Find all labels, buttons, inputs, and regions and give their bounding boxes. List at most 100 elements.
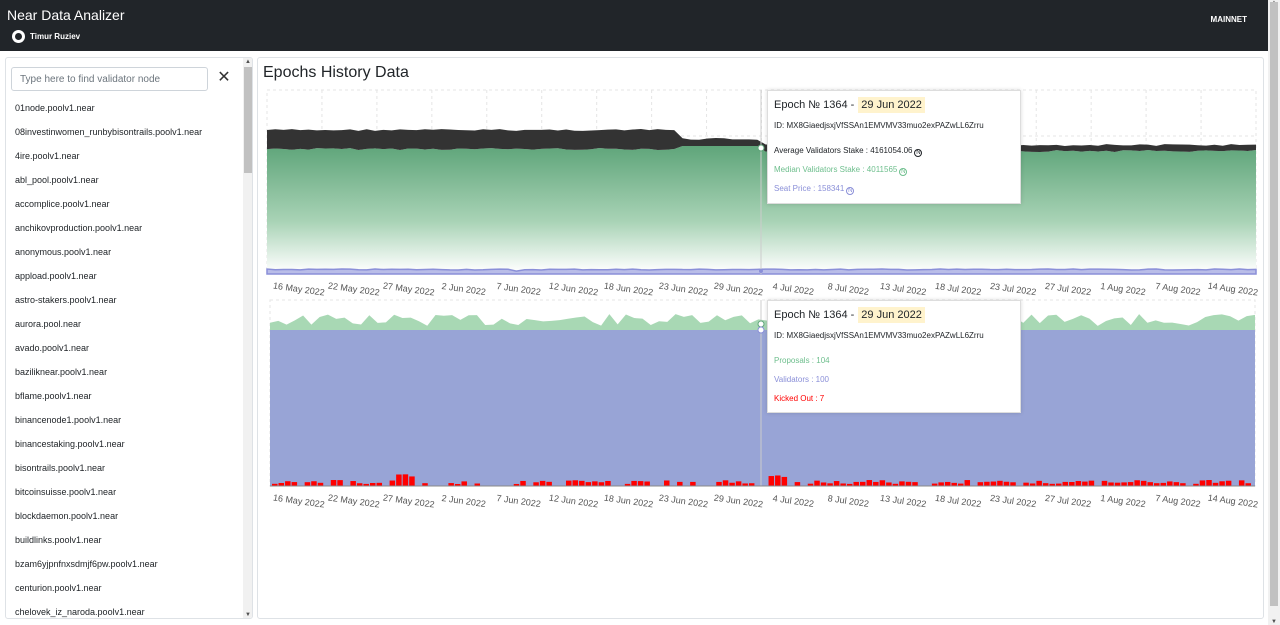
validator-list-item[interactable]: avado.poolv1.near (15, 336, 235, 360)
scroll-down-icon[interactable]: ▼ (1271, 619, 1277, 625)
page-scrollbar[interactable]: ▲ ▼ (1268, 0, 1280, 625)
kicked-out-bar (879, 480, 886, 486)
x-axis-tick-label: 1 Aug 2022 (1100, 281, 1146, 297)
x-axis-tick-label: 7 Aug 2022 (1155, 281, 1201, 297)
kicked-out-bar (833, 481, 840, 486)
validator-list-item[interactable]: 4ire.poolv1.near (15, 144, 235, 168)
tooltip-avg-stake: Average Validators Stake : 4161054.06 (774, 146, 913, 155)
clear-search-button[interactable]: ✕ (217, 68, 231, 88)
scroll-up-icon[interactable]: ▲ (245, 59, 251, 65)
x-axis-tick-label: 18 Jul 2022 (934, 281, 981, 297)
kicked-out-bar (1167, 481, 1173, 486)
x-axis-tick-label: 4 Jul 2022 (772, 493, 815, 509)
kicked-out-bar (637, 481, 644, 486)
x-axis-tick-label: 7 Jun 2022 (496, 493, 542, 509)
top-navbar: Near Data Analizer Timur Ruziev MAINNET (0, 0, 1268, 51)
tooltip-proposals: Proposals : 104 (774, 356, 830, 365)
kicked-out-bar (664, 480, 670, 486)
app-title[interactable]: Near Data Analizer (7, 7, 125, 23)
kicked-out-bar (905, 481, 912, 486)
kicked-out-bar (1082, 481, 1088, 486)
validator-list-item[interactable]: binancenode1.poolv1.near (15, 408, 235, 432)
x-axis-tick-label: 29 Jun 2022 (713, 493, 763, 510)
kicked-out-bar (409, 476, 415, 486)
validator-list-item[interactable]: buildlinks.poolv1.near (15, 528, 235, 552)
kicked-out-bar (1108, 482, 1114, 486)
kicked-out-bar (990, 481, 997, 486)
kicked-out-bar (285, 481, 291, 486)
validator-list-item[interactable]: chelovek_iz_naroda.poolv1.near (15, 600, 235, 618)
validator-list-item[interactable]: bitcoinsuisse.poolv1.near (15, 480, 235, 504)
sidebar-scroll-thumb[interactable] (244, 67, 252, 173)
tooltip-epoch-id: ID: MX8GiaedjsxjVfSSAn1EMVMV33muo2exPAZw… (774, 331, 984, 340)
near-token-icon: N (846, 187, 855, 195)
validator-list-item[interactable]: centurion.poolv1.near (15, 576, 235, 600)
kicked-out-bar (899, 481, 905, 486)
kicked-out-bar (598, 482, 605, 486)
x-axis-tick-label: 13 Jul 2022 (880, 493, 927, 509)
validator-search-input[interactable] (11, 67, 208, 91)
kicked-out-bar (886, 482, 892, 486)
x-axis-tick-label: 8 Jul 2022 (827, 281, 870, 297)
kicked-out-bar (1036, 480, 1042, 486)
x-axis-tick-label: 8 Jul 2022 (827, 493, 870, 509)
validator-list-item[interactable]: abl_pool.poolv1.near (15, 168, 235, 192)
kicked-out-bar (1219, 481, 1225, 486)
x-axis-tick-label: 27 May 2022 (382, 280, 435, 297)
validator-list: 01node.poolv1.near 08investinwomen_runbyb… (15, 96, 235, 618)
kicked-out-bar (1173, 482, 1180, 486)
tooltip-epoch: Epoch № 1364 - (774, 99, 855, 111)
validator-list-item[interactable]: anonymous.poolv1.near (15, 240, 235, 264)
hover-point (757, 320, 765, 328)
validator-list-item[interactable]: bzam6yjpnfnxsdmjf6pw.poolv1.near (15, 552, 235, 576)
kicked-out-bar (1088, 480, 1095, 486)
main-panel: Epochs History Data 16 May 2022 16 May 20… (257, 57, 1264, 619)
kicked-out-bar (520, 480, 526, 486)
kicked-out-bar (768, 476, 775, 486)
validator-list-item[interactable]: 08investinwomen_runbybisontrails.poolv1.… (15, 120, 235, 144)
x-axis-tick-label: 23 Jun 2022 (658, 493, 708, 510)
kicked-out-bar (1225, 480, 1232, 486)
x-axis-tick-label: 7 Aug 2022 (1155, 493, 1201, 509)
kicked-out-bar (860, 481, 866, 486)
hover-point (759, 269, 763, 273)
x-axis-tick-label: 18 Jun 2022 (603, 493, 653, 510)
validator-list-item[interactable]: bflame.poolv1.near (15, 384, 235, 408)
page-scroll-thumb[interactable] (1270, 2, 1278, 606)
epochs-charts[interactable]: 16 May 202216 May 202222 May 202222 May … (258, 58, 1265, 620)
validator-list-item[interactable]: aurora.pool.near (15, 312, 235, 336)
kicked-out-bar (775, 475, 781, 486)
x-axis-tick-label: 4 Jul 2022 (772, 281, 815, 297)
validator-list-item[interactable]: baziliknear.poolv1.near (15, 360, 235, 384)
kicked-out-bar (1069, 482, 1075, 486)
github-icon (12, 30, 25, 43)
validator-list-item[interactable]: binancestaking.poolv1.near (15, 432, 235, 456)
kicked-out-bar (579, 480, 585, 486)
kicked-out-bar (677, 481, 683, 486)
validator-list-item[interactable]: appload.poolv1.near (15, 264, 235, 288)
tooltip-kicked-out: Kicked Out : 7 (774, 394, 825, 403)
validator-list-item[interactable]: 01node.poolv1.near (15, 96, 235, 120)
x-axis-tick-label: 16 May 2022 (272, 492, 325, 509)
hover-point (757, 326, 765, 334)
author-link[interactable]: Timur Ruziev (12, 30, 80, 43)
validator-list-item[interactable]: bisontrails.poolv1.near (15, 456, 235, 480)
near-token-icon: N (914, 149, 923, 157)
sidebar-scrollbar[interactable]: ▲ ▼ (243, 58, 252, 618)
validators-area (270, 330, 1255, 486)
kicked-out-bar (1238, 480, 1245, 486)
kicked-out-bar (1140, 480, 1147, 486)
validator-list-item[interactable]: astro-stakers.poolv1.near (15, 288, 235, 312)
validator-list-item[interactable]: accomplice.poolv1.near (15, 192, 235, 216)
network-label[interactable]: MAINNET (1211, 15, 1247, 24)
kicked-out-bar (722, 480, 729, 486)
validator-list-item[interactable]: anchikovproduction.poolv1.near (15, 216, 235, 240)
kicked-out-bar (873, 481, 879, 486)
validator-list-item[interactable]: blockdaemon.poolv1.near (15, 504, 235, 528)
scroll-down-icon[interactable]: ▼ (245, 612, 251, 618)
kicked-out-bar (337, 480, 343, 486)
kicked-out-bar (585, 482, 592, 486)
kicked-out-bar (605, 480, 611, 486)
kicked-out-bar (311, 481, 317, 486)
x-axis-tick-label: 12 Jun 2022 (548, 493, 598, 510)
